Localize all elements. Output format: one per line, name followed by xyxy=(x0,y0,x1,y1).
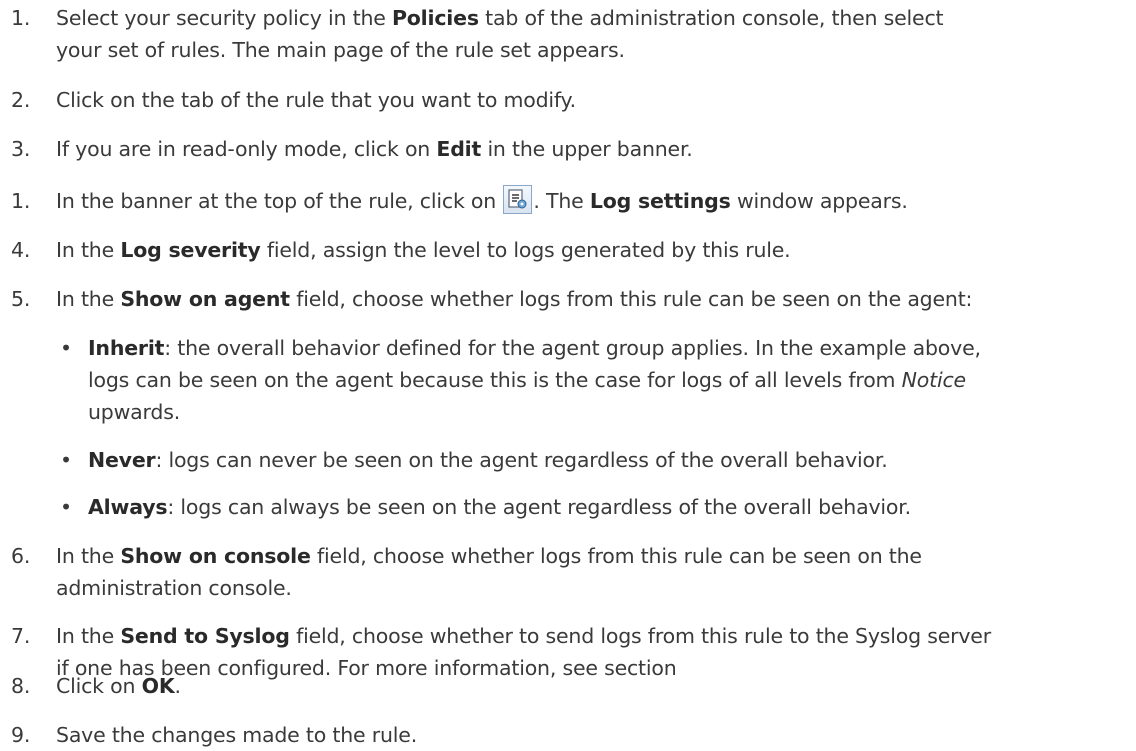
step-text-part: your set of rules. The main page of the … xyxy=(56,38,625,62)
step-text-part: . The xyxy=(533,189,590,213)
step-text-part: In the banner at the top of the rule, cl… xyxy=(56,189,503,213)
step-number: 7. xyxy=(11,624,31,648)
step-text: Click on the tab of the rule that you wa… xyxy=(56,84,1116,116)
log-settings-term: Log settings xyxy=(589,189,731,213)
procedure-document: 1. Select your security policy in the Po… xyxy=(0,0,1136,751)
step-text: In the Show on agent field, choose wheth… xyxy=(56,283,1116,315)
step-text-part: Click on the tab of the rule that you wa… xyxy=(56,88,576,112)
step-text-part: field, choose whether logs from this rul… xyxy=(289,287,973,311)
step-text-part: Click on xyxy=(56,674,142,698)
step-number: 5. xyxy=(11,287,31,311)
bullet-text: Always: logs can always be seen on the a… xyxy=(88,491,1118,523)
step-number: 2. xyxy=(11,88,31,112)
step-number: 4. xyxy=(11,238,31,262)
step-number: 1. xyxy=(11,6,31,30)
step-text-part: Select your security policy in the xyxy=(56,6,392,30)
step-number: 8. xyxy=(11,674,31,698)
step-text-part: In the xyxy=(56,287,121,311)
step-number: 9. xyxy=(11,723,31,747)
step-text: In the Log severity field, assign the le… xyxy=(56,234,1116,266)
step-text-part: Save the changes made to the rule. xyxy=(56,723,418,747)
step-text-part: In the xyxy=(56,544,121,568)
inherit-term: Inherit xyxy=(88,336,165,360)
log-settings-icon[interactable] xyxy=(503,185,533,214)
show-on-console-term: Show on console xyxy=(120,544,311,568)
notice-term: Notice xyxy=(901,368,966,392)
step-text-part: field, choose whether to send logs from … xyxy=(289,624,991,648)
never-term: Never xyxy=(88,448,156,472)
bullet-text: Never: logs can never be seen on the age… xyxy=(88,444,1118,476)
step-number: 1. xyxy=(11,189,31,213)
step-text-part: tab of the administration console, then … xyxy=(478,6,944,30)
step-text: Save the changes made to the rule. xyxy=(56,719,1116,751)
bullet-text: Inherit: the overall behavior defined fo… xyxy=(88,332,1118,428)
step-text: Select your security policy in the Polic… xyxy=(56,2,1116,66)
step-text-part: If you are in read-only mode, click on xyxy=(56,137,437,161)
step-text: If you are in read-only mode, click on E… xyxy=(56,133,1116,165)
step-text-part: field, choose whether logs from this rul… xyxy=(310,544,922,568)
step-text-part: . xyxy=(174,674,182,698)
bullet-text-part: logs can be seen on the agent because th… xyxy=(88,368,902,392)
step-text-part: field, assign the level to logs generate… xyxy=(260,238,791,262)
step-text-part: window appears. xyxy=(730,189,908,213)
bullet-text-part: : logs can always be seen on the agent r… xyxy=(167,495,911,519)
always-term: Always xyxy=(88,495,168,519)
bullet-dot: • xyxy=(60,448,72,472)
policies-term: Policies xyxy=(391,6,479,30)
step-text: Click on OK. xyxy=(56,670,1116,702)
step-text: In the Show on console field, choose whe… xyxy=(56,540,1116,604)
log-severity-term: Log severity xyxy=(120,238,261,262)
ok-term: OK xyxy=(141,674,175,698)
step-text-part: in the upper banner. xyxy=(481,137,693,161)
edit-term: Edit xyxy=(436,137,482,161)
bullet-text-part: : the overall behavior defined for the a… xyxy=(164,336,981,360)
step-number: 6. xyxy=(11,544,31,568)
step-text-part: In the xyxy=(56,624,121,648)
show-on-agent-term: Show on agent xyxy=(120,287,290,311)
step-text: In the banner at the top of the rule, cl… xyxy=(56,185,1116,217)
bullet-text-part: : logs can never be seen on the agent re… xyxy=(155,448,888,472)
bullet-text-part: upwards. xyxy=(88,400,181,424)
step-text-part: In the xyxy=(56,238,121,262)
step-text-part: administration console. xyxy=(56,576,292,600)
bullet-dot: • xyxy=(60,336,72,360)
step-number: 3. xyxy=(11,137,31,161)
send-to-syslog-term: Send to Syslog xyxy=(120,624,290,648)
bullet-dot: • xyxy=(60,495,72,519)
